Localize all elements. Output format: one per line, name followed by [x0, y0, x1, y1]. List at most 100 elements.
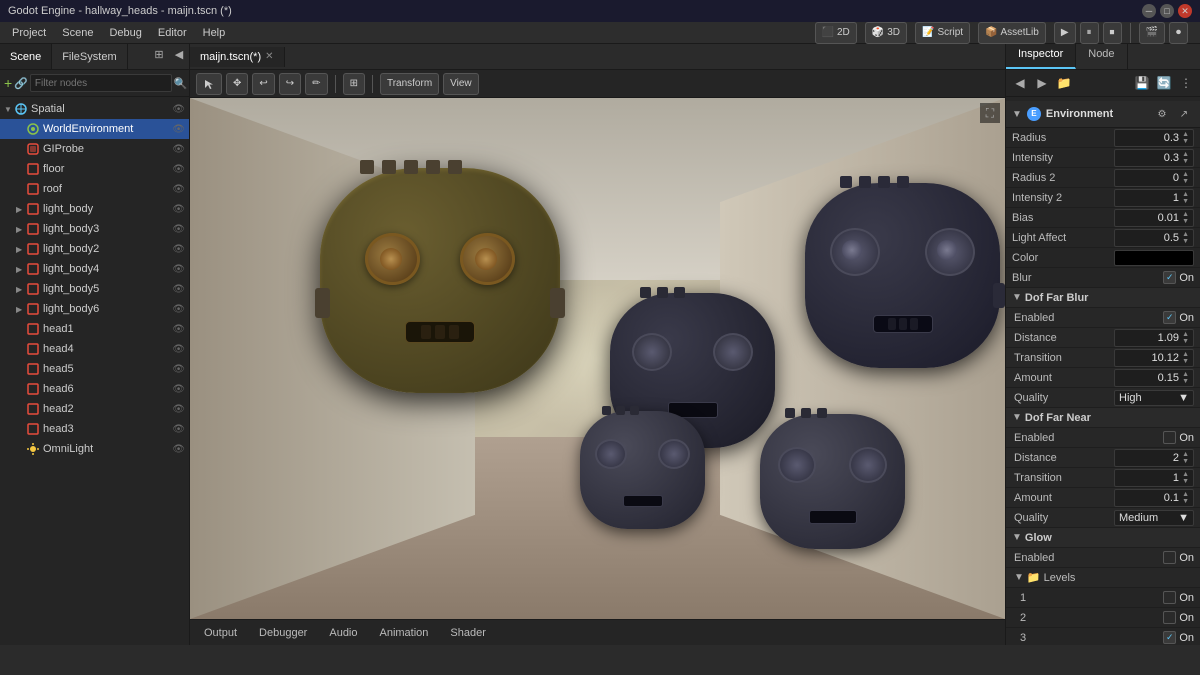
snap-btn[interactable]: ⊞: [343, 73, 365, 95]
redo-btn[interactable]: ↪: [279, 73, 301, 95]
dof-near-quality-dropdown[interactable]: Medium ▼: [1114, 510, 1194, 526]
tree-item-floor[interactable]: floor 👁: [0, 159, 189, 179]
viewport-tab-close[interactable]: ✕: [265, 51, 273, 62]
maximize-btn[interactable]: □: [1160, 4, 1174, 18]
pause-btn[interactable]: ⏸: [1080, 22, 1099, 44]
dof-far-quality-dropdown[interactable]: High ▼: [1114, 390, 1194, 406]
dof-near-enabled-checkbox[interactable]: ✓ On: [1114, 431, 1194, 444]
dof-far-trans-value[interactable]: 10.12 ▲▼: [1114, 349, 1194, 367]
dof-near-arrow[interactable]: ▼: [1012, 412, 1022, 423]
tab-node[interactable]: Node: [1076, 44, 1127, 69]
inspector-folder-btn[interactable]: 📁: [1054, 73, 1074, 93]
blur-checkbox[interactable]: ✓ On: [1114, 271, 1194, 284]
tree-item-head6[interactable]: head6 👁: [0, 379, 189, 399]
level-1-box[interactable]: ✓: [1163, 591, 1176, 604]
tree-item-lightbody2[interactable]: ▶ light_body2 👁: [0, 239, 189, 259]
tree-item-lightbody6[interactable]: ▶ light_body6 👁: [0, 299, 189, 319]
view-btn[interactable]: View: [443, 73, 479, 95]
env-open-btn[interactable]: ↗: [1174, 104, 1194, 124]
movie-btn[interactable]: 🎬: [1139, 22, 1165, 44]
layout-toggle-btn[interactable]: ⊞: [149, 44, 169, 64]
dof-near-amount-value[interactable]: 0.1 ▲▼: [1114, 489, 1194, 507]
lightaffect-value[interactable]: 0.5 ▲▼: [1114, 229, 1194, 247]
record-btn[interactable]: ⏺: [1169, 22, 1188, 44]
search-btn[interactable]: 🔍: [174, 73, 188, 93]
tree-item-head4[interactable]: head4 👁: [0, 339, 189, 359]
tree-item-lightbody4[interactable]: ▶ light_body4 👁: [0, 259, 189, 279]
tree-item-head1[interactable]: head1 👁: [0, 319, 189, 339]
mode-assetlib-btn[interactable]: 📦 AssetLib: [978, 22, 1046, 44]
inspector-refresh-btn[interactable]: 🔄: [1154, 73, 1174, 93]
tree-item-head2[interactable]: head2 👁: [0, 399, 189, 419]
levels-arrow[interactable]: ▼: [1014, 572, 1024, 583]
dof-near-dist-value[interactable]: 2 ▲▼: [1114, 449, 1194, 467]
tab-animation[interactable]: Animation: [370, 624, 439, 642]
dof-near-check-box[interactable]: ✓: [1163, 431, 1176, 444]
tab-scene[interactable]: Scene: [0, 44, 52, 69]
tree-eye-lb[interactable]: 👁: [172, 204, 185, 215]
add-node-btn[interactable]: +: [4, 73, 12, 93]
tab-debugger[interactable]: Debugger: [249, 624, 317, 642]
tab-output[interactable]: Output: [194, 624, 247, 642]
play-btn[interactable]: ▶: [1054, 22, 1076, 44]
level-1-checkbox[interactable]: ✓ On: [1114, 591, 1194, 604]
tree-eye-giprobe[interactable]: 👁: [172, 144, 185, 155]
dof-near-trans-value[interactable]: 1 ▲▼: [1114, 469, 1194, 487]
intensity2-value[interactable]: 1 ▲▼: [1114, 189, 1194, 207]
transform-btn[interactable]: Transform: [380, 73, 439, 95]
tree-eye-floor[interactable]: 👁: [172, 164, 185, 175]
level-3-box[interactable]: ✓: [1163, 631, 1176, 644]
level-2-box[interactable]: ✓: [1163, 611, 1176, 624]
mode-3d-btn[interactable]: 🎲 3D: [865, 22, 907, 44]
tree-eye-worldenv[interactable]: 👁: [172, 124, 185, 135]
fullscreen-btn[interactable]: ⛶: [980, 103, 1000, 123]
dof-far-check-box[interactable]: ✓: [1163, 311, 1176, 324]
menu-help[interactable]: Help: [195, 25, 234, 41]
tree-item-worldenv[interactable]: WorldEnvironment 👁: [0, 119, 189, 139]
level-2-checkbox[interactable]: ✓ On: [1114, 611, 1194, 624]
blur-check-box[interactable]: ✓: [1163, 271, 1176, 284]
select-tool[interactable]: [196, 73, 222, 95]
viewport-canvas[interactable]: ⛶: [190, 98, 1005, 619]
radius2-value[interactable]: 0 ▲▼: [1114, 169, 1194, 187]
env-collapse-arrow[interactable]: ▼: [1012, 109, 1022, 120]
history-fwd-btn[interactable]: ▶: [1032, 73, 1052, 93]
minimize-btn[interactable]: ─: [1142, 4, 1156, 18]
tree-item-lightbody[interactable]: ▶ light_body 👁: [0, 199, 189, 219]
tree-eye-spatial[interactable]: 👁: [172, 104, 185, 115]
tree-item-lightbody3[interactable]: ▶ light_body3 👁: [0, 219, 189, 239]
tab-shader[interactable]: Shader: [440, 624, 495, 642]
close-btn[interactable]: ✕: [1178, 4, 1192, 18]
dof-far-enabled-checkbox[interactable]: ✓ On: [1114, 311, 1194, 324]
scene-search-input[interactable]: [30, 74, 172, 92]
mode-script-btn[interactable]: 📝 Script: [915, 22, 970, 44]
glow-enabled-checkbox[interactable]: ✓ On: [1114, 551, 1194, 564]
color-value[interactable]: [1114, 250, 1194, 266]
tab-inspector[interactable]: Inspector: [1006, 44, 1076, 69]
mode-2d-btn[interactable]: ⬛ 2D: [815, 22, 857, 44]
radius-value[interactable]: 0.3 ▲▼: [1114, 129, 1194, 147]
tree-item-spatial[interactable]: ▼ Spatial 👁: [0, 99, 189, 119]
dof-far-amount-value[interactable]: 0.15 ▲▼: [1114, 369, 1194, 387]
panel-toggle-btn[interactable]: ◀: [169, 44, 189, 64]
viewport-main-tab[interactable]: maijn.tscn(*) ✕: [190, 47, 285, 67]
tree-item-giprobe[interactable]: GIProbe 👁: [0, 139, 189, 159]
intensity-value[interactable]: 0.3 ▲▼: [1114, 149, 1194, 167]
undo-btn[interactable]: ↩: [252, 73, 274, 95]
glow-arrow[interactable]: ▼: [1012, 532, 1022, 543]
tree-item-omnilight[interactable]: OmniLight 👁: [0, 439, 189, 459]
glow-check-box[interactable]: ✓: [1163, 551, 1176, 564]
bias-value[interactable]: 0.01 ▲▼: [1114, 209, 1194, 227]
tree-item-head5[interactable]: head5 👁: [0, 359, 189, 379]
level-3-checkbox[interactable]: ✓ On: [1114, 631, 1194, 644]
tree-item-head3[interactable]: head3 👁: [0, 419, 189, 439]
menu-editor[interactable]: Editor: [150, 25, 195, 41]
tree-item-roof[interactable]: roof 👁: [0, 179, 189, 199]
menu-debug[interactable]: Debug: [101, 25, 149, 41]
move-tool[interactable]: ✥: [226, 73, 248, 95]
inspector-save-btn[interactable]: 💾: [1132, 73, 1152, 93]
stop-btn[interactable]: ⏹: [1103, 22, 1122, 44]
tree-eye-roof[interactable]: 👁: [172, 184, 185, 195]
pen-tool[interactable]: ✏: [305, 73, 327, 95]
tab-audio[interactable]: Audio: [319, 624, 367, 642]
